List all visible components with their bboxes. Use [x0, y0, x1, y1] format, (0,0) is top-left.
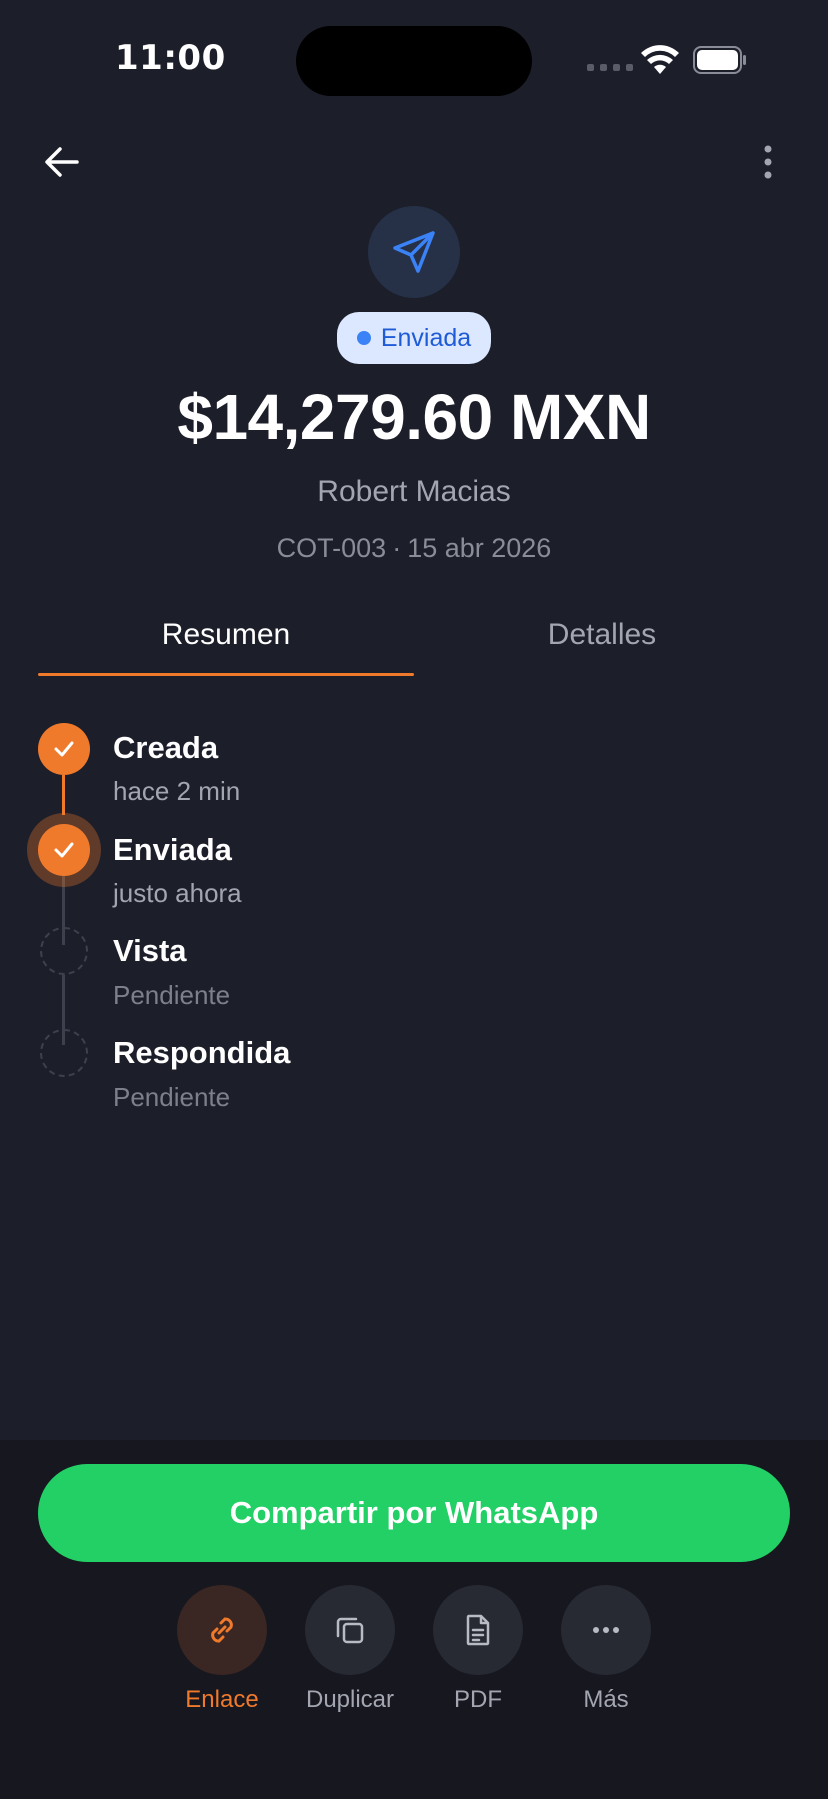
- duplicate-icon: [336, 1617, 364, 1644]
- more-actions-button-label: Más: [583, 1686, 629, 1713]
- status-time: 11:00: [115, 38, 226, 78]
- link-icon: [211, 1617, 233, 1643]
- check-icon: [54, 842, 74, 858]
- link-button[interactable]: [177, 1585, 267, 1675]
- more-horizontal-icon: [593, 1627, 619, 1633]
- pdf-button[interactable]: [433, 1585, 523, 1675]
- wifi-icon: [641, 45, 679, 74]
- send-icon: [393, 231, 435, 273]
- dynamic-island: [296, 26, 532, 96]
- timeline-step-subtitle: Pendiente: [113, 980, 231, 1010]
- timeline-step-creada-check: [38, 723, 90, 775]
- timeline-step-vista-pending: [40, 927, 88, 975]
- more-vertical-icon: [764, 145, 772, 179]
- duplicate-button[interactable]: [305, 1585, 395, 1675]
- timeline-step-enviada-check: [38, 824, 90, 876]
- more-options-button[interactable]: [746, 140, 790, 184]
- quote-code: COT-003: [276, 533, 387, 563]
- quote-meta: COT-003 · 15 abr 2026: [0, 533, 828, 564]
- battery-icon: [693, 46, 746, 74]
- timeline-step-subtitle: hace 2 min: [113, 776, 241, 806]
- timeline-connector: [62, 775, 65, 815]
- cellular-signal-icon: [587, 64, 633, 71]
- timeline-step-subtitle: justo ahora: [113, 878, 242, 908]
- tab-resumen[interactable]: Resumen: [38, 618, 414, 658]
- quote-date: 15 abr 2026: [407, 533, 552, 563]
- sent-status-icon-circle: [368, 206, 460, 298]
- more-actions-button[interactable]: [561, 1585, 651, 1675]
- timeline-step-title: Enviada: [113, 832, 232, 867]
- timeline-step-respondida-pending: [40, 1029, 88, 1077]
- share-whatsapp-label: Compartir por WhatsApp: [229, 1495, 599, 1530]
- duplicate-button-label: Duplicar: [305, 1686, 395, 1713]
- quote-amount: $14,279.60 MXN: [177, 381, 651, 453]
- timeline-step-title: Vista: [113, 933, 187, 968]
- document-icon: [466, 1614, 490, 1646]
- back-button[interactable]: [40, 140, 84, 184]
- meta-separator: ·: [392, 533, 402, 563]
- status-badge-label: Enviada: [380, 323, 472, 352]
- tab-detalles[interactable]: Detalles: [414, 618, 790, 658]
- link-button-label: Enlace: [185, 1686, 259, 1713]
- share-whatsapp-button[interactable]: Compartir por WhatsApp: [38, 1464, 790, 1562]
- active-tab-indicator: [38, 673, 414, 676]
- client-name: Robert Macias: [317, 475, 511, 508]
- arrow-left-icon: [45, 147, 79, 177]
- timeline-step-title: Creada: [113, 730, 219, 765]
- check-icon: [54, 741, 74, 757]
- pdf-button-label: PDF: [454, 1686, 502, 1713]
- status-dot: [356, 331, 371, 345]
- timeline-step-title: Respondida: [113, 1035, 291, 1070]
- status-badge: Enviada: [337, 312, 491, 364]
- timeline-step-subtitle: Pendiente: [113, 1082, 231, 1112]
